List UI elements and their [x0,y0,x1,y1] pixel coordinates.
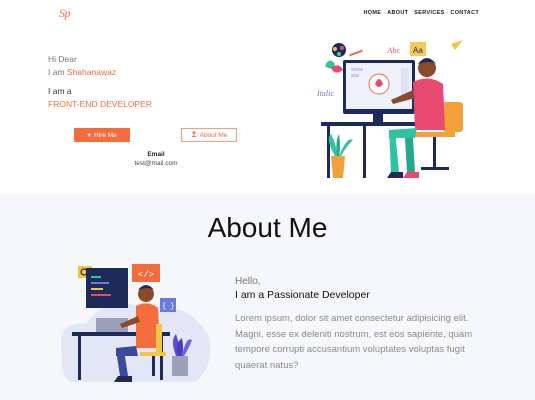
heart-icon: ♥ [87,131,92,139]
email-label: Email [147,151,165,158]
about-body: Lorem ipsum, dolor sit amet consectetur … [235,313,473,371]
hire-me-label: Hire Me [94,131,117,139]
hero-section: Hi Dear I am Shahanawaz I am a FRONT-END… [0,27,535,194]
nav-services[interactable]: SERVICES [414,10,444,16]
intro-prefix: I am [48,67,67,77]
role-prefix: I am a [48,86,72,96]
hero-greeting: Hi Dear I am Shahanawaz [48,53,116,79]
role-block: I am a FRONT-END DEVELOPER [48,85,152,111]
about-hello: Hello, [235,276,261,287]
about-tagline: I am a Passionate Developer [235,289,370,301]
user-icon [191,131,197,139]
code-tag-text: </> [138,270,154,280]
aa-text: Aa [413,46,423,55]
about-me-button[interactable]: About Me [181,128,237,142]
site-logo[interactable]: Sp [59,6,71,21]
greeting-text: Hi Dear [48,54,77,64]
nav-home[interactable]: HOME [364,10,382,16]
developer-desk-illustration: Abc Aa Italic [316,40,463,178]
abc-text: Abc [387,46,401,55]
navbar: Sp HOME ABOUT SERVICES CONTACT [0,0,535,27]
about-section: About Me </> { } Hello, I am a Passionat… [0,194,535,400]
italic-text: Italic [316,89,334,98]
nav-menu: HOME ABOUT SERVICES CONTACT [364,10,479,16]
about-title: About Me [207,212,328,243]
hero-name: Shahanawaz [66,67,117,77]
role-title: FRONT-END DEVELOPER [48,99,152,109]
email-block: Email test@mail.com [120,151,192,167]
email-value[interactable]: test@mail.com [120,160,192,167]
coding-illustration: </> { } [61,264,211,382]
intro-line: I am Shahanawaz [48,66,116,79]
hire-me-button[interactable]: ♥ Hire Me [74,128,130,142]
about-text-block: Hello, I am a Passionate Developer Lorem… [235,276,485,373]
about-me-label: About Me [199,131,228,139]
nav-contact[interactable]: CONTACT [450,10,479,16]
nav-about[interactable]: ABOUT [387,10,408,16]
braces-text: { } [162,303,175,311]
